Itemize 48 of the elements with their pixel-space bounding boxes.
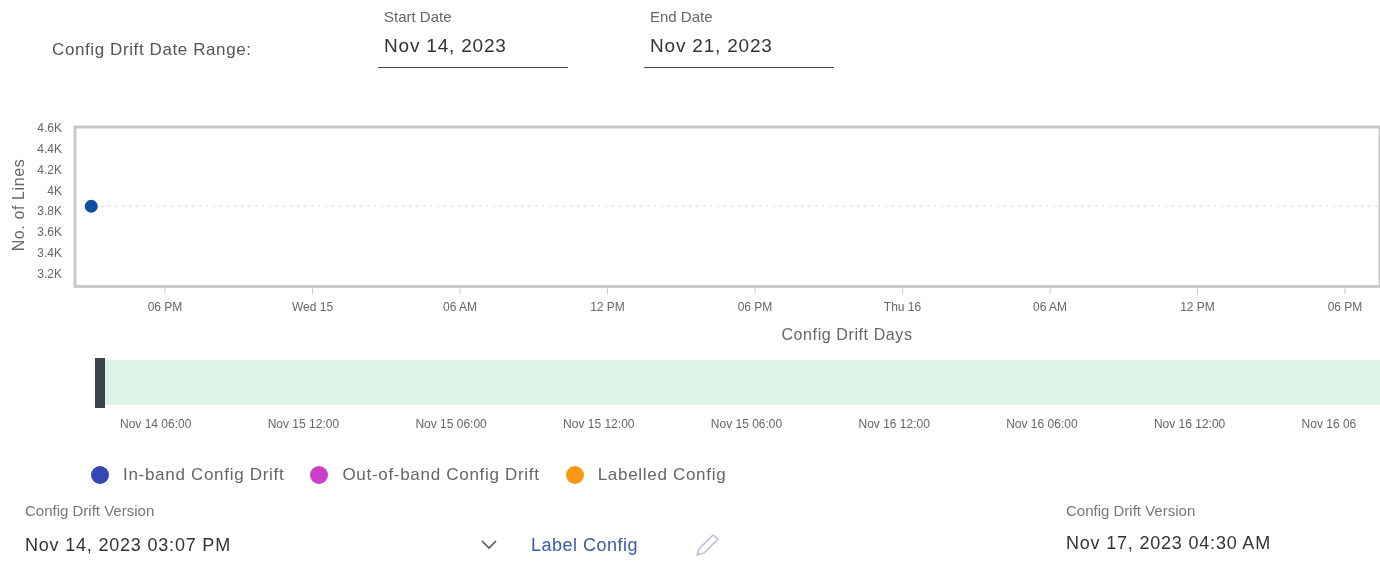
navigator-label: Nov 16 06:00 [1006, 417, 1078, 431]
y-tick-label: 4K [47, 183, 62, 198]
range-handle[interactable] [95, 358, 105, 408]
label-config-link[interactable]: Label Config [531, 534, 639, 556]
x-axis-title: Config Drift Days [781, 326, 913, 343]
y-tick-label: 3.4K [37, 246, 62, 261]
y-tick-label: 4.2K [37, 162, 62, 177]
version-label: Config Drift Version [25, 502, 156, 519]
y-tick-label: 3.6K [37, 225, 62, 240]
x-tick-label: 12 PM [590, 300, 625, 314]
x-tick-label: 06 AM [1033, 300, 1067, 314]
y-tick-label: 4.4K [37, 141, 62, 156]
navigator-label: Nov 15 06:00 [415, 417, 487, 431]
end-date-field[interactable]: End Date Nov 21, 2023 [644, 8, 834, 68]
x-tick-label: Thu 16 [883, 300, 922, 314]
legend-label[interactable]: Out-of-band Config Drift [342, 465, 540, 485]
x-tick-label: 06 PM [1327, 300, 1363, 314]
y-tick-label: 3.2K [37, 267, 62, 281]
version-select[interactable]: Nov 14, 2023 03:07 PM [25, 534, 481, 556]
x-tick-mark [1197, 286, 1198, 295]
legend-label[interactable]: Labelled Config [597, 465, 727, 485]
version-label: Config Drift Version [1066, 502, 1197, 519]
date-range-label: Config Drift Date Range: [52, 40, 253, 60]
range-selector-band[interactable] [105, 360, 1380, 405]
y-tick-label: 4.6K [37, 121, 62, 135]
version-value: Nov 17, 2023 04:30 AM [1066, 533, 1272, 554]
data-point[interactable] [84, 199, 98, 213]
x-tick-mark [312, 286, 313, 295]
navigator-label: Nov 14 06:00 [120, 417, 192, 431]
legend-label[interactable]: In-band Config Drift [123, 465, 285, 485]
navigator-label: Nov 15 12:00 [267, 417, 340, 431]
start-date-field[interactable]: Start Date Nov 14, 2023 [378, 8, 568, 68]
navigator-label: Nov 15 06:00 [710, 417, 783, 431]
y-tick-label: 3.8K [37, 204, 62, 219]
chevron-down-icon[interactable] [481, 540, 497, 550]
navigator-label: Nov 16 06 [1301, 417, 1357, 431]
x-tick-mark [607, 286, 608, 295]
navigator-label: Nov 16 12:00 [1153, 417, 1226, 431]
navigator-label: Nov 16 12:00 [858, 417, 930, 431]
x-tick-label: 12 PM [1180, 300, 1215, 314]
x-tick-label: 06 PM [737, 300, 773, 314]
x-tick-mark [902, 286, 903, 295]
pencil-icon[interactable] [694, 533, 721, 557]
y-axis-title: No. of Lines [10, 158, 27, 252]
x-tick-label: 06 AM [443, 300, 477, 314]
x-tick-label: Wed 15 [291, 300, 334, 314]
navigator-label: Nov 15 12:00 [563, 417, 635, 431]
x-tick-label: 06 PM [147, 300, 183, 314]
